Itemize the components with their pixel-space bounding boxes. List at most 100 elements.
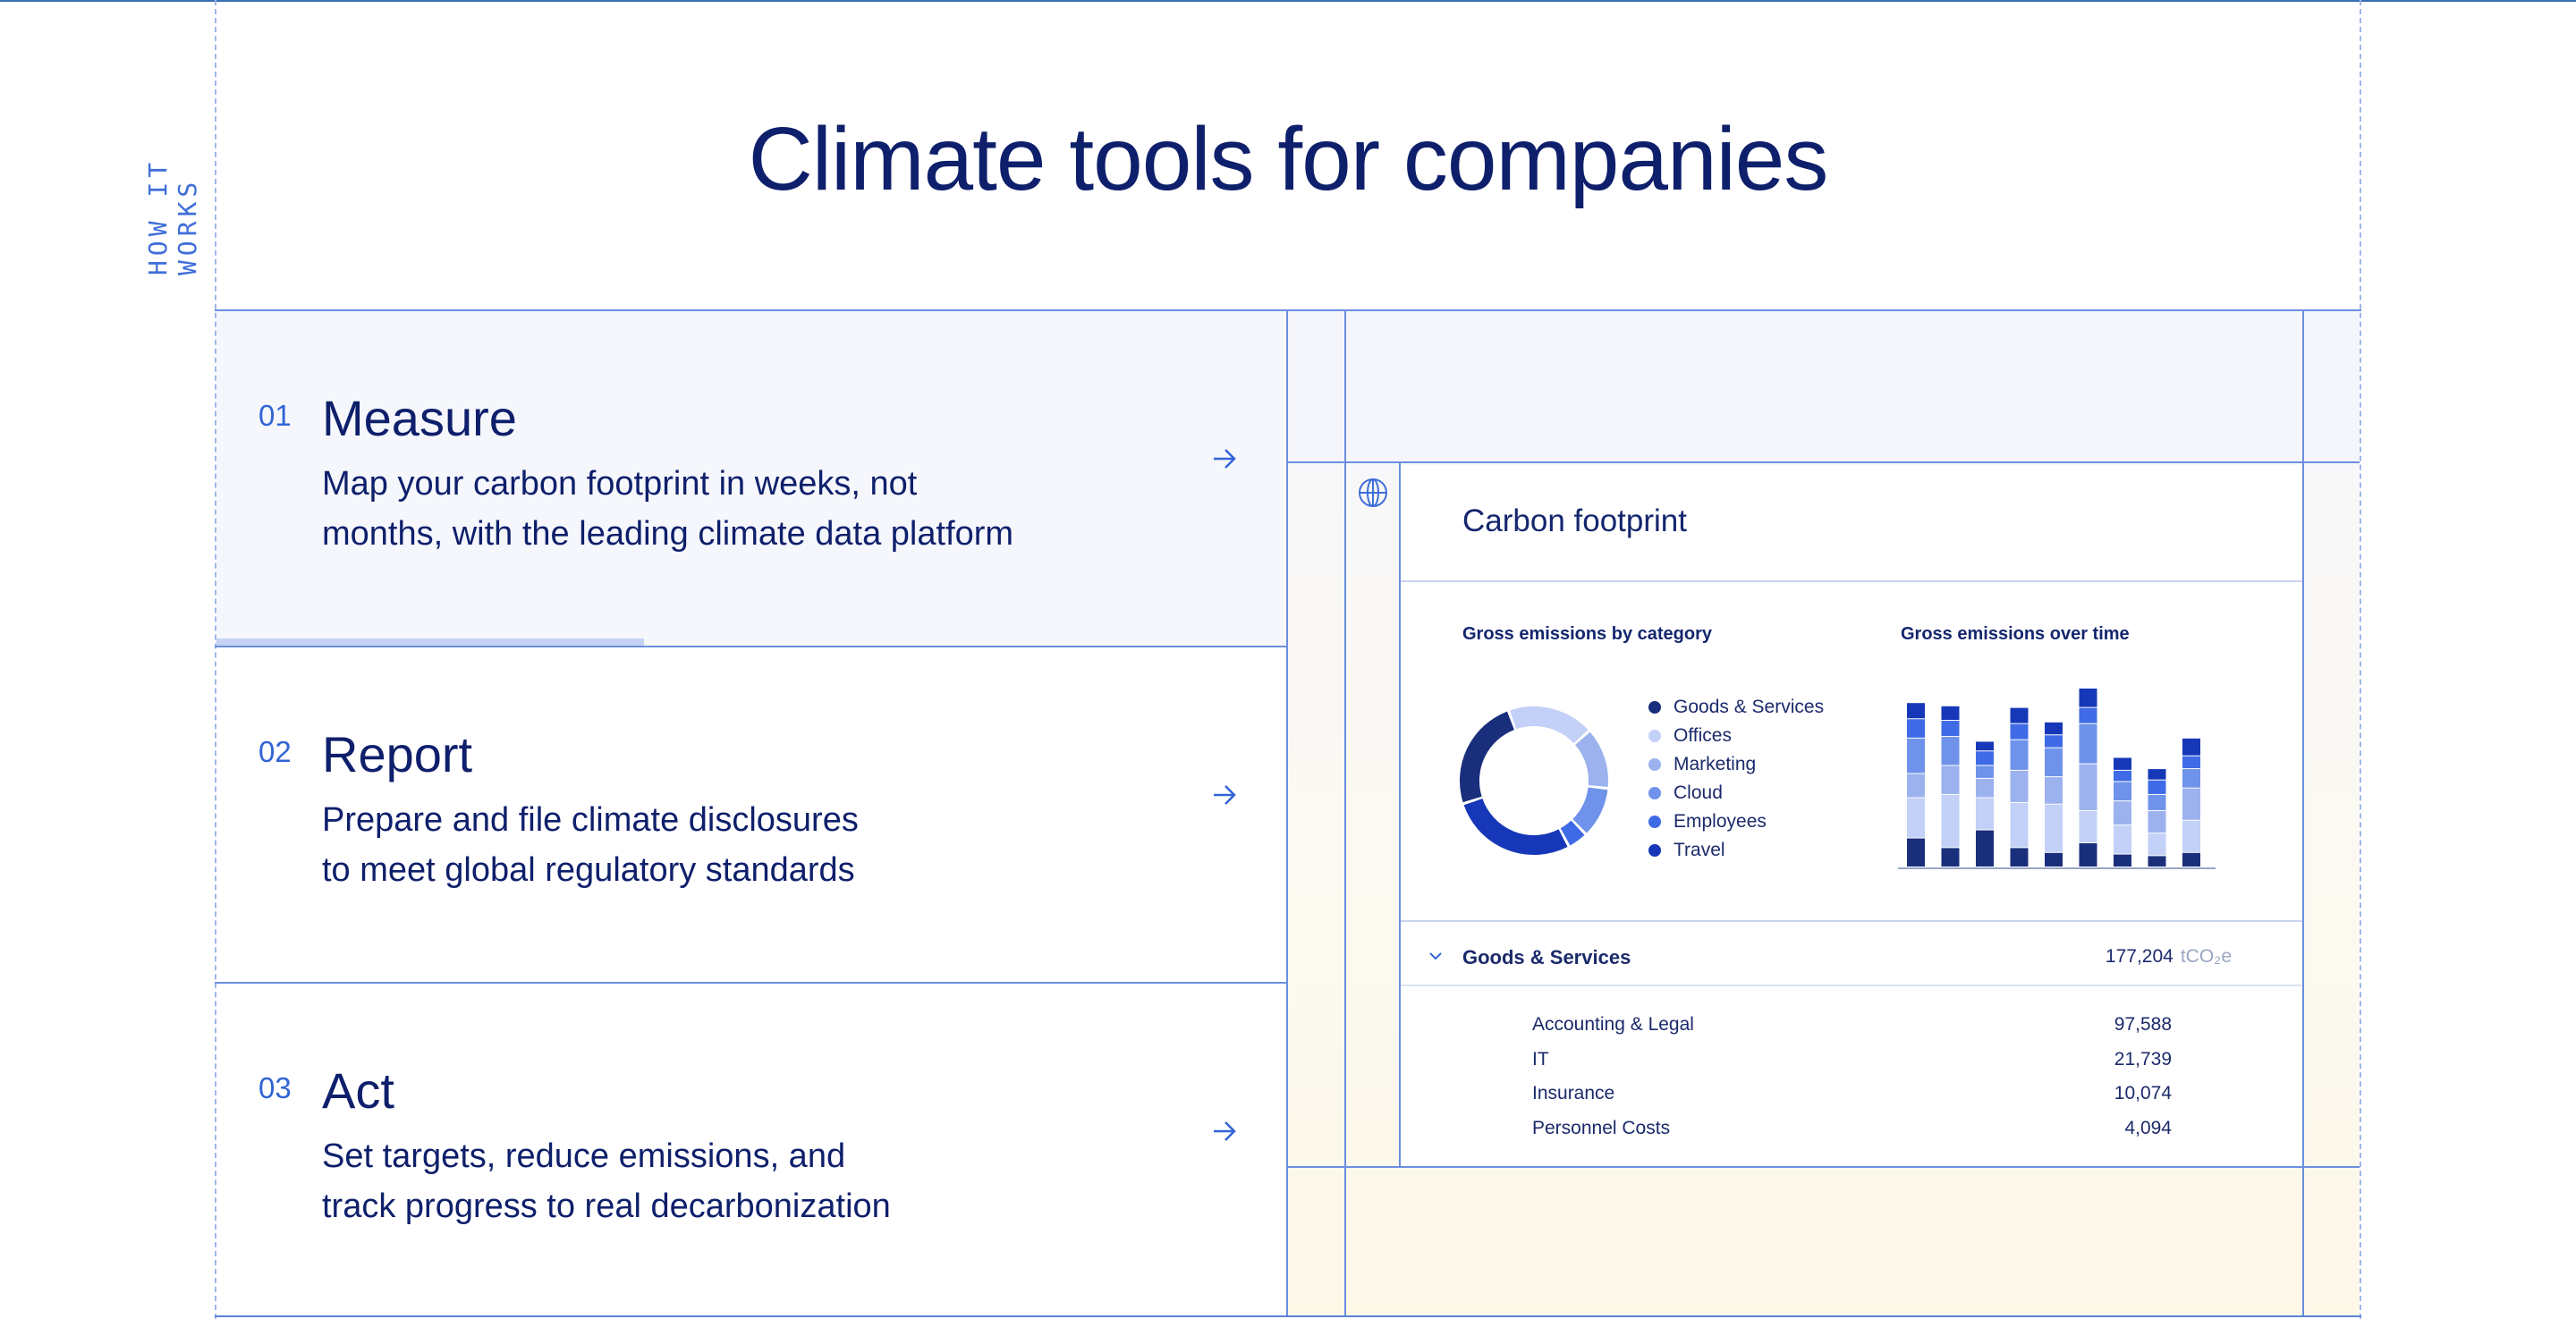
- legend-label: Offices: [1674, 725, 1732, 746]
- donut-slice: [1560, 820, 1585, 846]
- bar-segment: [1907, 774, 1925, 798]
- legend-item: Employees: [1648, 807, 1824, 836]
- card-divider: [1400, 580, 2303, 582]
- bar-segment: [2079, 842, 2097, 867]
- step-measure[interactable]: 01 Measure Map your carbon footprint in …: [216, 311, 1286, 646]
- step-title: Measure: [322, 390, 517, 446]
- bar-segment: [2079, 689, 2097, 707]
- arrow-right-icon[interactable]: [1211, 782, 1238, 808]
- bar-segment: [1941, 737, 1960, 765]
- step-number: 01: [258, 399, 292, 432]
- section-label: HOW IT WORKS: [143, 157, 202, 275]
- bar-segment: [2045, 777, 2063, 804]
- donut-chart-title: Gross emissions by category: [1462, 624, 1713, 644]
- legend-dot: [1648, 844, 1661, 857]
- bar-segment: [2079, 764, 2097, 810]
- card-divider: [1400, 920, 2303, 922]
- step-description: Prepare and file climate disclosures to …: [322, 795, 1127, 895]
- category-row-label[interactable]: Goods & Services: [1462, 946, 1631, 969]
- bar-segment: [2045, 748, 2063, 777]
- bar-segment: [2045, 735, 2063, 748]
- subcategory-label: IT: [1532, 1048, 1549, 1070]
- bar-segment: [2010, 740, 2029, 770]
- bar-segment: [1976, 751, 1994, 765]
- step-description: Map your carbon footprint in weeks, not …: [322, 459, 1127, 559]
- subcategory-value: 97,588: [2114, 1014, 2172, 1035]
- grid-line: [1344, 309, 1346, 1317]
- bar-segment: [2148, 810, 2166, 833]
- legend-dot: [1648, 816, 1661, 828]
- category-value: 177,204: [2105, 946, 2174, 967]
- grid-line: [2302, 309, 2304, 1317]
- bar-segment: [2010, 707, 2029, 723]
- category-row-value: 177,204 tCO₂e: [2012, 946, 2232, 968]
- grid-line: [1288, 461, 2360, 463]
- bar-segment: [1941, 794, 1960, 848]
- bar-segment: [1907, 738, 1925, 774]
- subcategory-value: 21,739: [2114, 1048, 2172, 1070]
- bar-segment: [2148, 769, 2166, 780]
- legend-dot: [1648, 787, 1661, 799]
- grid-line: [215, 646, 1288, 647]
- bar-chart-title: Gross emissions over time: [1901, 624, 2130, 644]
- bar-segment: [1976, 765, 1994, 778]
- bar-segment: [2114, 757, 2131, 770]
- bar-segment: [1976, 741, 1994, 751]
- legend-dot: [1648, 730, 1661, 742]
- donut-slice: [1510, 706, 1589, 744]
- page-title: Climate tools for companies: [748, 109, 1829, 209]
- legend-label: Employees: [1674, 811, 1767, 832]
- subcategory-row: Personnel Costs 4,094: [1532, 1118, 2172, 1153]
- bar-segment: [2148, 833, 2166, 856]
- card-divider: [1400, 985, 2303, 986]
- step-number: 02: [258, 735, 292, 768]
- bar-segment: [2045, 722, 2063, 735]
- step-description-line: months, with the leading climate data pl…: [322, 515, 1014, 553]
- step-description-line: to meet global regulatory standards: [322, 851, 855, 889]
- subcategory-label: Insurance: [1532, 1083, 1615, 1103]
- bar-segment: [1941, 765, 1960, 794]
- subcategory-row: IT 21,739: [1532, 1049, 2172, 1084]
- donut-slice: [1572, 787, 1608, 833]
- bar-segment: [2010, 848, 2029, 867]
- legend-label: Marketing: [1674, 754, 1757, 774]
- mockup-top-band: [1288, 311, 2360, 463]
- donut-slice: [1574, 731, 1608, 787]
- stacked-bar-chart: [1898, 689, 2216, 869]
- legend-label: Goods & Services: [1674, 697, 1825, 717]
- step-act[interactable]: 03 Act Set targets, reduce emissions, an…: [216, 984, 1286, 1318]
- bar-segment: [2182, 769, 2200, 788]
- bar-segment: [2045, 804, 2063, 852]
- legend-dot: [1648, 701, 1661, 714]
- arrow-right-icon[interactable]: [1211, 445, 1238, 472]
- step-description-line: Prepare and file climate disclosures: [322, 801, 859, 839]
- top-rule: [0, 0, 2576, 2]
- legend-item: Marketing: [1648, 750, 1824, 779]
- bottom-rule: [215, 1315, 2361, 1317]
- bar-segment: [2182, 820, 2200, 852]
- arrow-right-icon[interactable]: [1211, 1118, 1238, 1145]
- legend-item: Cloud: [1648, 779, 1824, 807]
- bar-segment: [1976, 830, 1994, 867]
- bar-segment: [2010, 723, 2029, 740]
- chart-legend: Goods & Services Offices Marketing Cloud Emp…: [1648, 693, 1824, 865]
- donut-slice: [1460, 711, 1515, 803]
- legend-item: Goods & Services: [1648, 693, 1824, 722]
- globe-icon: [1359, 478, 1387, 507]
- bar-segment: [2182, 756, 2200, 769]
- step-title: Report: [322, 726, 473, 782]
- bar-segment: [2182, 852, 2200, 867]
- step-number: 03: [258, 1071, 292, 1104]
- bar-segment: [1907, 703, 1925, 719]
- chevron-down-icon[interactable]: [1428, 951, 1443, 961]
- bar-segment: [2010, 770, 2029, 802]
- step-description: Set targets, reduce emissions, and track…: [322, 1131, 1127, 1231]
- bar-segment: [2114, 782, 2131, 801]
- legend-item: Offices: [1648, 722, 1824, 750]
- bar-segment: [1941, 848, 1960, 867]
- subcategory-value: 10,074: [2114, 1083, 2172, 1103]
- subcategory-value: 4,094: [2124, 1117, 2172, 1138]
- bar-segment: [2114, 825, 2131, 854]
- bar-segment: [1976, 778, 1994, 798]
- step-report[interactable]: 02 Report Prepare and file climate discl…: [216, 647, 1286, 982]
